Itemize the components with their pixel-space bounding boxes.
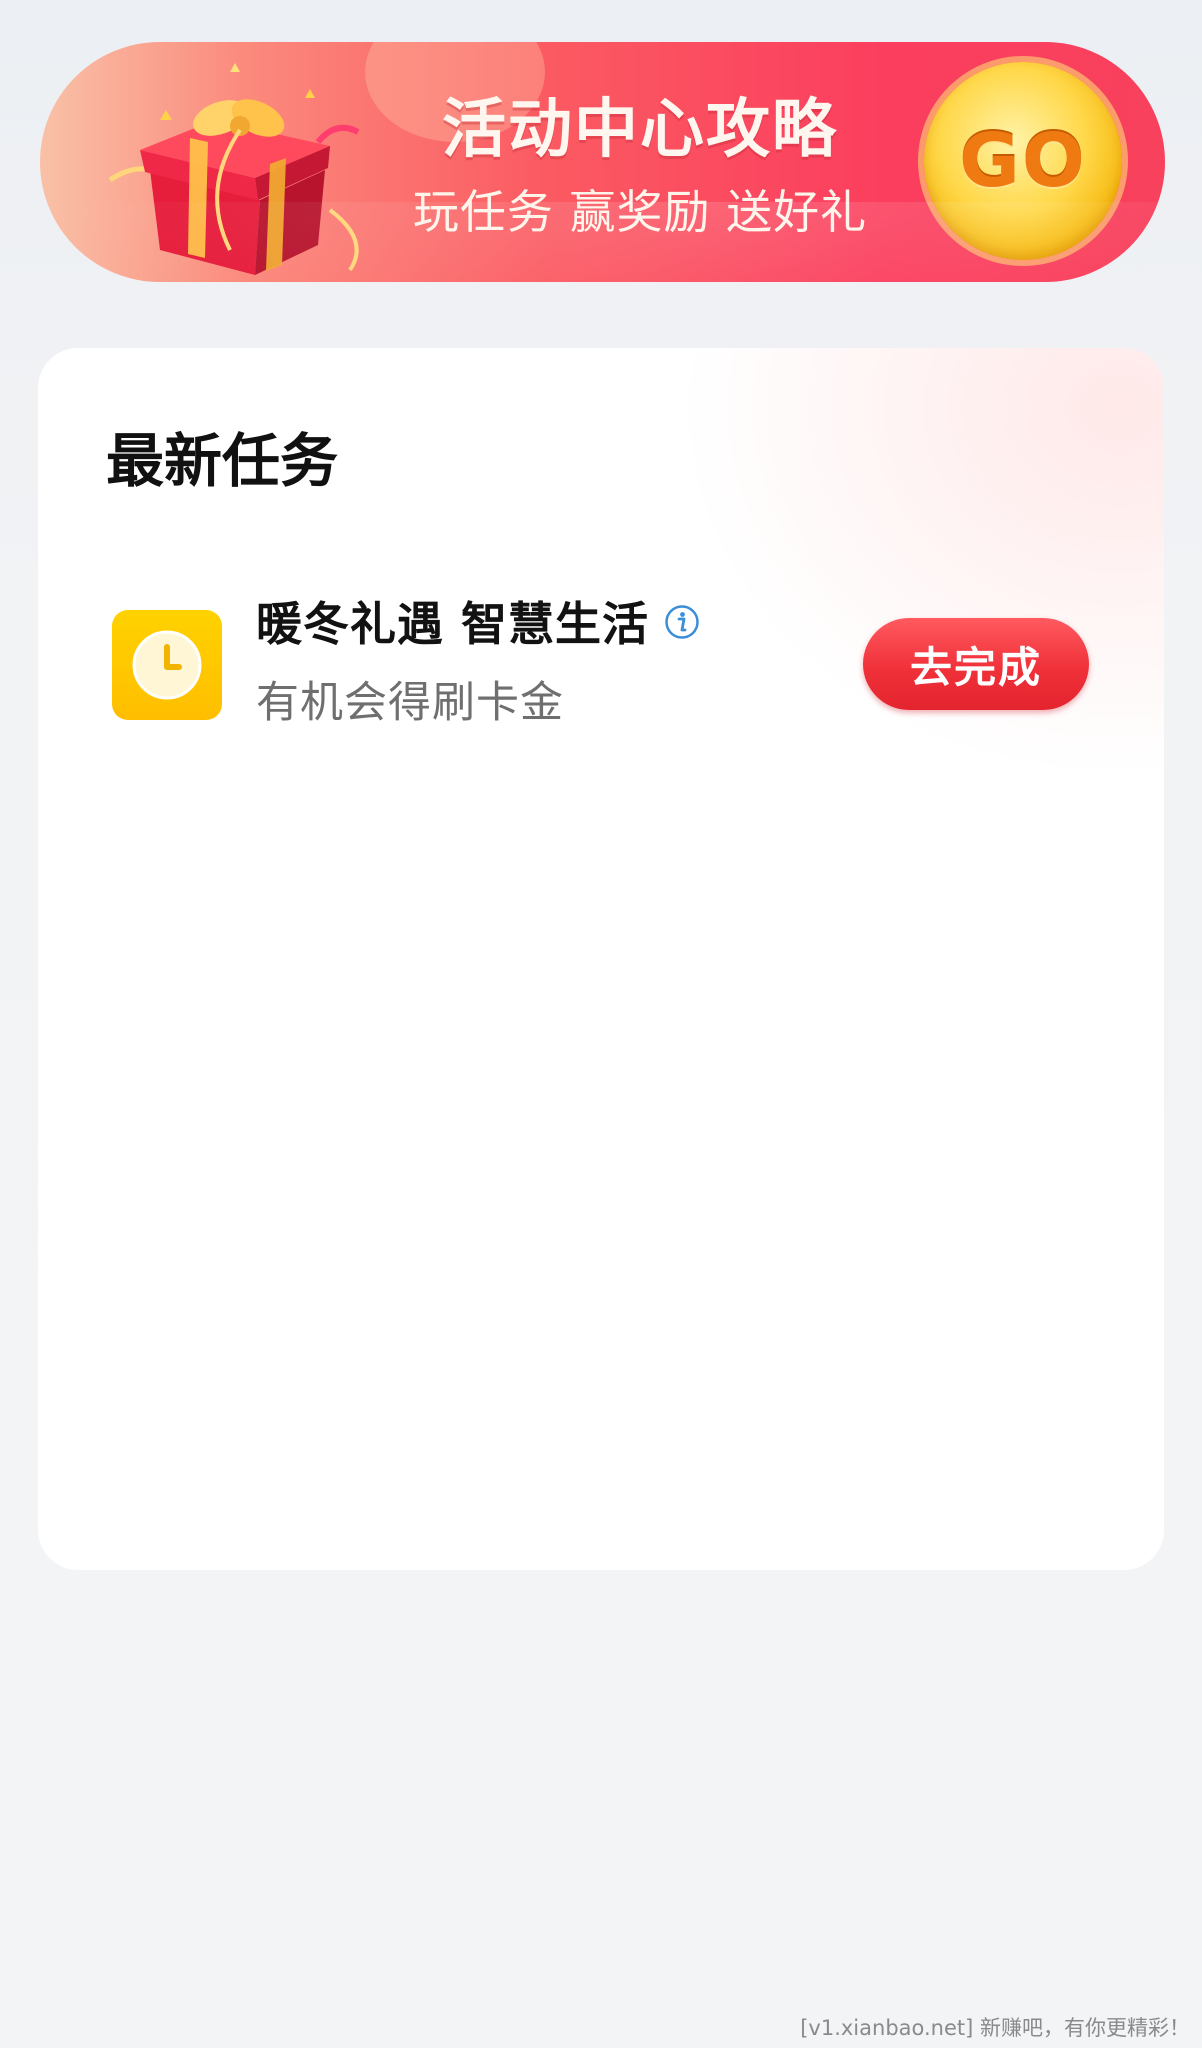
- complete-task-label: 去完成: [909, 642, 1042, 692]
- banner-subtitle: 玩任务 赢奖励 送好礼: [412, 185, 868, 239]
- clock-face-icon: [132, 630, 202, 700]
- latest-tasks-card: 最新任务 暖冬礼遇 智慧生活 有机会得刷卡金 去完成: [38, 348, 1164, 1570]
- activity-center-banner[interactable]: 活动中心攻略 玩任务 赢奖励 送好礼 GO: [40, 42, 1165, 282]
- task-description: 有机会得刷卡金: [256, 678, 564, 728]
- task-item: 暖冬礼遇 智慧生活 有机会得刷卡金 去完成: [38, 588, 1164, 748]
- watermark: [v1.xianbao.net] 新赚吧，有你更精彩！: [800, 2016, 1190, 2040]
- go-button[interactable]: GO: [924, 62, 1122, 260]
- banner-title: 活动中心攻略: [442, 93, 838, 167]
- info-icon[interactable]: [664, 604, 700, 640]
- task-name: 暖冬礼遇 智慧生活: [256, 597, 650, 651]
- section-title: 最新任务: [106, 427, 339, 495]
- clock-icon: [112, 610, 222, 720]
- go-label: GO: [959, 118, 1087, 204]
- complete-task-button[interactable]: 去完成: [863, 618, 1089, 710]
- page: 活动中心攻略 玩任务 赢奖励 送好礼 GO 最新任务 暖冬礼遇 智慧生活 有机会…: [0, 0, 1202, 2048]
- gift-box-icon: [108, 63, 360, 275]
